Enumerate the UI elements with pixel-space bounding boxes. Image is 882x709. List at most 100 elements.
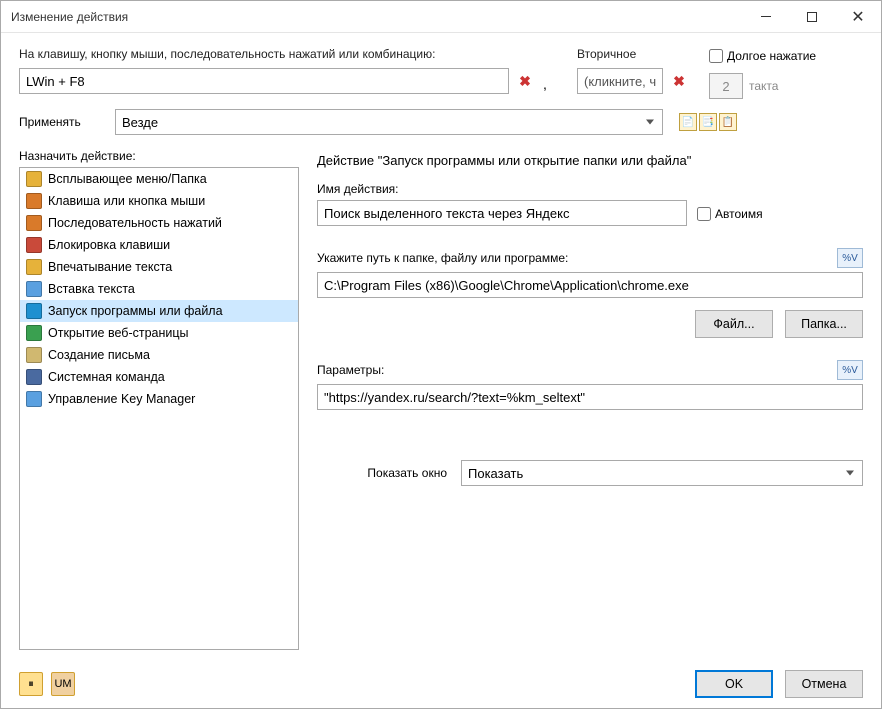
action-item-icon	[26, 237, 42, 253]
long-press-checkbox-row: Долгое нажатие	[709, 49, 863, 63]
action-item-9[interactable]: Системная команда	[20, 366, 298, 388]
name-field-label: Имя действия:	[317, 182, 863, 196]
action-item-4[interactable]: Впечатывание текста	[20, 256, 298, 278]
params-field-row	[317, 384, 863, 410]
show-window-label: Показать окно	[317, 466, 447, 480]
long-press-label: Долгое нажатие	[727, 49, 816, 63]
takt-input	[709, 73, 743, 99]
action-item-icon	[26, 369, 42, 385]
folder-button[interactable]: Папка...	[785, 310, 863, 338]
path-field-label-row: Укажите путь к папке, файлу или программ…	[317, 248, 863, 268]
dialog-buttons: OK Отмена	[695, 670, 863, 698]
secondary-hotkey-input-row: ✖	[577, 68, 691, 94]
apply-icons: 📄 📑 📋	[679, 113, 737, 131]
show-window-value: Показать	[468, 466, 523, 481]
action-item-label: Всплывающее меню/Папка	[48, 172, 207, 186]
params-field-group: Параметры: %V	[317, 360, 863, 410]
clear-primary-icon[interactable]: ✖	[513, 69, 537, 93]
primary-hotkey-input-row: ✖ ,	[19, 68, 559, 94]
window-controls: ✕	[743, 1, 881, 33]
cancel-button[interactable]: Отмена	[785, 670, 863, 698]
action-item-5[interactable]: Вставка текста	[20, 278, 298, 300]
action-item-icon	[26, 281, 42, 297]
apply-icon-1[interactable]: 📄	[679, 113, 697, 131]
takt-label: такта	[749, 79, 778, 93]
hotkey-row: На клавишу, кнопку мыши, последовательно…	[19, 47, 863, 99]
autoname-row: Автоимя	[697, 207, 763, 221]
action-item-0[interactable]: Всплывающее меню/Папка	[20, 168, 298, 190]
autoname-label: Автоимя	[715, 207, 763, 221]
action-name-input[interactable]	[317, 200, 687, 226]
action-item-label: Запуск программы или файла	[48, 304, 223, 318]
action-item-icon	[26, 325, 42, 341]
params-field-label-row: Параметры: %V	[317, 360, 863, 380]
apply-select[interactable]: Везде	[115, 109, 663, 135]
secondary-hotkey-input[interactable]	[577, 68, 663, 94]
path-input[interactable]	[317, 272, 863, 298]
path-field-label: Укажите путь к папке, файлу или программ…	[317, 251, 568, 265]
action-item-7[interactable]: Открытие веб-страницы	[20, 322, 298, 344]
params-field-label: Параметры:	[317, 363, 384, 377]
primary-hotkey-col: На клавишу, кнопку мыши, последовательно…	[19, 47, 559, 94]
action-item-label: Системная команда	[48, 370, 165, 384]
action-item-icon	[26, 215, 42, 231]
action-list-label: Назначить действие:	[19, 149, 299, 163]
action-item-icon	[26, 193, 42, 209]
action-item-label: Клавиша или кнопка мыши	[48, 194, 205, 208]
action-item-label: Последовательность нажатий	[48, 216, 222, 230]
action-item-8[interactable]: Создание письма	[20, 344, 298, 366]
ok-button[interactable]: OK	[695, 670, 773, 698]
window-title: Изменение действия	[11, 10, 743, 24]
show-window-row: Показать окно Показать	[317, 460, 863, 486]
action-item-icon	[26, 259, 42, 275]
action-item-icon	[26, 171, 42, 187]
secondary-hotkey-col: Вторичное ✖	[577, 47, 691, 94]
action-item-label: Открытие веб-страницы	[48, 326, 189, 340]
clear-secondary-icon[interactable]: ✖	[667, 69, 691, 93]
path-buttons: Файл... Папка...	[317, 310, 863, 338]
action-item-label: Блокировка клавиши	[48, 238, 170, 252]
action-item-2[interactable]: Последовательность нажатий	[20, 212, 298, 234]
titlebar: Изменение действия ✕	[1, 1, 881, 33]
name-field-group: Имя действия: Автоимя	[317, 182, 863, 226]
main-area: Назначить действие: Всплывающее меню/Пап…	[19, 149, 863, 650]
action-item-6[interactable]: Запуск программы или файла	[20, 300, 298, 322]
primary-hotkey-input[interactable]	[19, 68, 509, 94]
params-input[interactable]	[317, 384, 863, 410]
show-window-select[interactable]: Показать	[461, 460, 863, 486]
action-item-label: Вставка текста	[48, 282, 135, 296]
long-press-col: Долгое нажатие такта	[709, 47, 863, 99]
file-button[interactable]: Файл...	[695, 310, 773, 338]
dialog-content: На клавишу, кнопку мыши, последовательно…	[1, 33, 881, 660]
action-item-3[interactable]: Блокировка клавиши	[20, 234, 298, 256]
separator-comma: ,	[541, 70, 549, 92]
path-variable-button[interactable]: %V	[837, 248, 863, 268]
params-variable-button[interactable]: %V	[837, 360, 863, 380]
minimize-button[interactable]	[743, 1, 789, 33]
bottom-icon-um[interactable]: UM	[51, 672, 75, 696]
action-item-icon	[26, 303, 42, 319]
maximize-button[interactable]	[789, 1, 835, 33]
long-press-checkbox[interactable]	[709, 49, 723, 63]
primary-hotkey-label: На клавишу, кнопку мыши, последовательно…	[19, 47, 559, 61]
apply-icon-3[interactable]: 📋	[719, 113, 737, 131]
action-item-10[interactable]: Управление Key Manager	[20, 388, 298, 410]
dialog-window: Изменение действия ✕ На клавишу, кнопку …	[0, 0, 882, 709]
action-item-label: Впечатывание текста	[48, 260, 172, 274]
autoname-checkbox[interactable]	[697, 207, 711, 221]
action-list[interactable]: Всплывающее меню/Папка Клавиша или кнопка…	[19, 167, 299, 650]
takt-row: такта	[709, 73, 863, 99]
close-button[interactable]: ✕	[835, 1, 881, 33]
action-list-col: Назначить действие: Всплывающее меню/Пап…	[19, 149, 299, 650]
action-item-icon	[26, 391, 42, 407]
action-item-icon	[26, 347, 42, 363]
apply-row: Применять Везде 📄 📑 📋	[19, 109, 863, 135]
bottom-icon-pause[interactable]: ⏸	[19, 672, 43, 696]
action-config-panel: Действие "Запуск программы или открытие …	[317, 149, 863, 650]
bottom-bar: ⏸ UM OK Отмена	[1, 660, 881, 708]
apply-select-value: Везде	[122, 115, 158, 130]
apply-icon-2[interactable]: 📑	[699, 113, 717, 131]
action-item-1[interactable]: Клавиша или кнопка мыши	[20, 190, 298, 212]
action-item-label: Создание письма	[48, 348, 150, 362]
path-field-row	[317, 272, 863, 298]
